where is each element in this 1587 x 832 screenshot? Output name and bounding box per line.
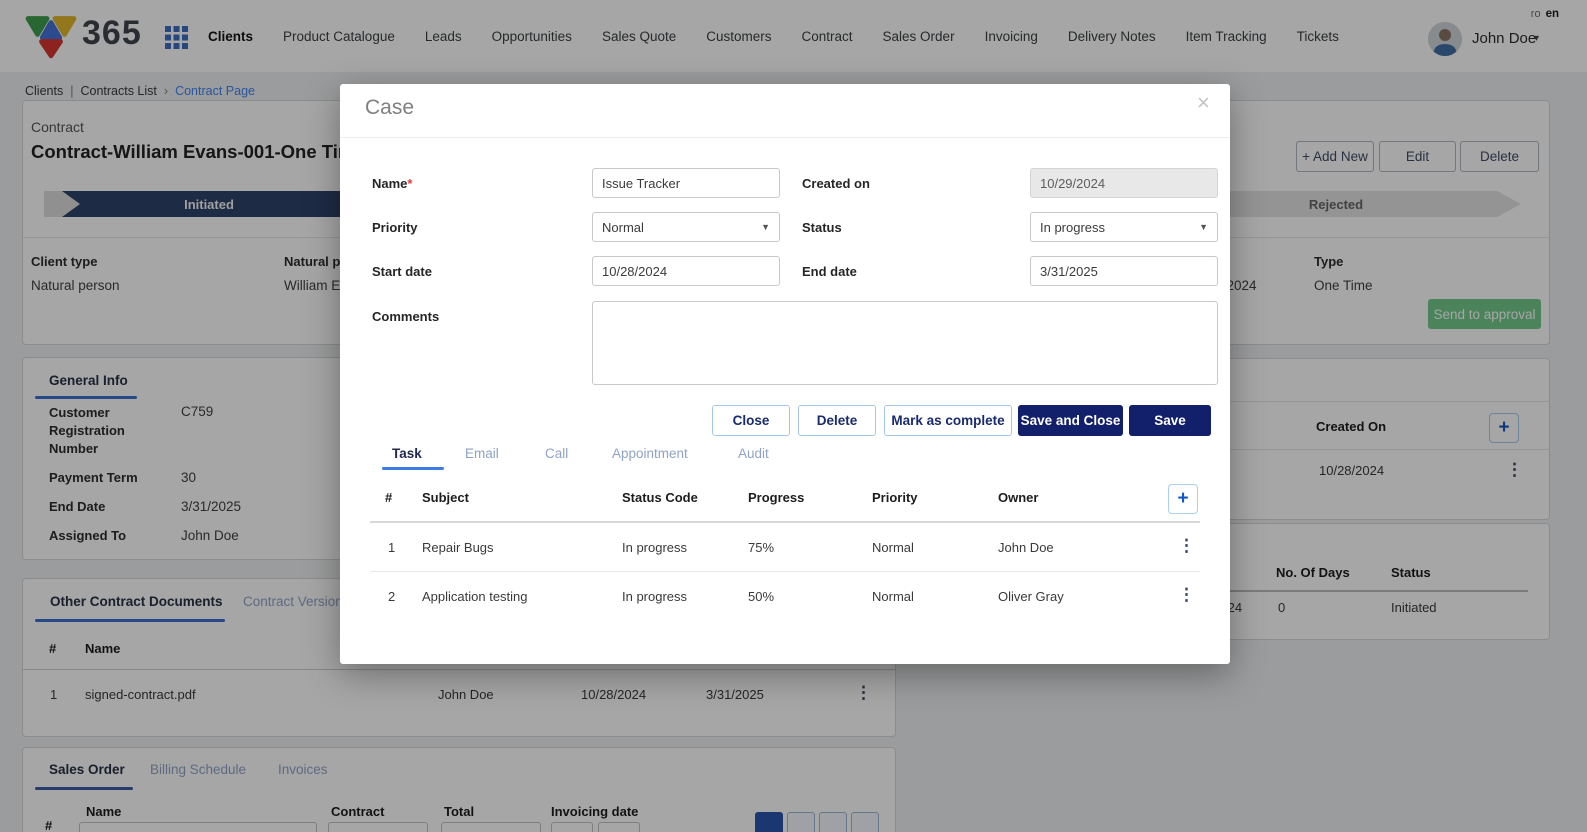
comments-label: Comments (372, 309, 439, 324)
tab-email[interactable]: Email (465, 446, 499, 461)
priority-value: Normal (602, 220, 644, 235)
case-modal: Case × Name* Created on Priority Normal … (340, 84, 1230, 664)
name-input[interactable] (592, 168, 780, 198)
name-label-text: Name (372, 176, 407, 191)
task-col-owner: Owner (998, 490, 1038, 505)
end-date-label: End date (802, 264, 857, 279)
task-subject: Application testing (422, 589, 528, 604)
required-asterisk: * (407, 176, 412, 191)
task-col-num: # (385, 490, 392, 505)
kebab-menu-icon[interactable]: ⋮ (1178, 586, 1195, 603)
start-date-input[interactable] (592, 256, 780, 286)
save-and-close-button[interactable]: Save and Close (1018, 405, 1123, 436)
kebab-menu-icon[interactable]: ⋮ (1178, 537, 1195, 554)
created-on-label: Created on (802, 176, 870, 191)
status-select[interactable]: In progress ▼ (1030, 212, 1218, 242)
priority-label: Priority (372, 220, 418, 235)
name-label: Name* (372, 176, 412, 191)
end-date-input[interactable] (1030, 256, 1218, 286)
modal-title: Case (365, 96, 414, 120)
task-owner: Oliver Gray (998, 589, 1064, 604)
tab-task[interactable]: Task (392, 446, 422, 461)
task-owner: John Doe (998, 540, 1054, 555)
dropdown-caret-icon: ▼ (761, 222, 770, 232)
mark-as-complete-button[interactable]: Mark as complete (884, 405, 1012, 436)
dropdown-caret-icon: ▼ (1199, 222, 1208, 232)
start-date-label: Start date (372, 264, 432, 279)
task-col-progress: Progress (748, 490, 804, 505)
created-on-input (1030, 168, 1218, 198)
close-icon[interactable]: × (1197, 90, 1210, 116)
task-priority: Normal (872, 589, 914, 604)
task-progress: 50% (748, 589, 774, 604)
task-status: In progress (622, 589, 687, 604)
add-task-button[interactable]: + (1168, 484, 1198, 514)
status-label: Status (802, 220, 842, 235)
comments-textarea[interactable] (592, 301, 1218, 385)
task-col-priority: Priority (872, 490, 918, 505)
tab-call[interactable]: Call (545, 446, 568, 461)
tab-audit[interactable]: Audit (738, 446, 769, 461)
task-num: 2 (388, 589, 395, 604)
task-num: 1 (388, 540, 395, 555)
tab-appointment[interactable]: Appointment (612, 446, 688, 461)
status-value: In progress (1040, 220, 1105, 235)
task-status: In progress (622, 540, 687, 555)
task-subject: Repair Bugs (422, 540, 494, 555)
task-progress: 75% (748, 540, 774, 555)
task-col-subject: Subject (422, 490, 469, 505)
task-col-status: Status Code (622, 490, 698, 505)
modal-close-button[interactable]: Close (712, 405, 790, 436)
priority-select[interactable]: Normal ▼ (592, 212, 780, 242)
modal-delete-button[interactable]: Delete (798, 405, 876, 436)
app-window: 365 Clients Product Catalogue Leads Oppo… (0, 0, 1587, 832)
task-priority: Normal (872, 540, 914, 555)
save-button[interactable]: Save (1129, 405, 1211, 436)
